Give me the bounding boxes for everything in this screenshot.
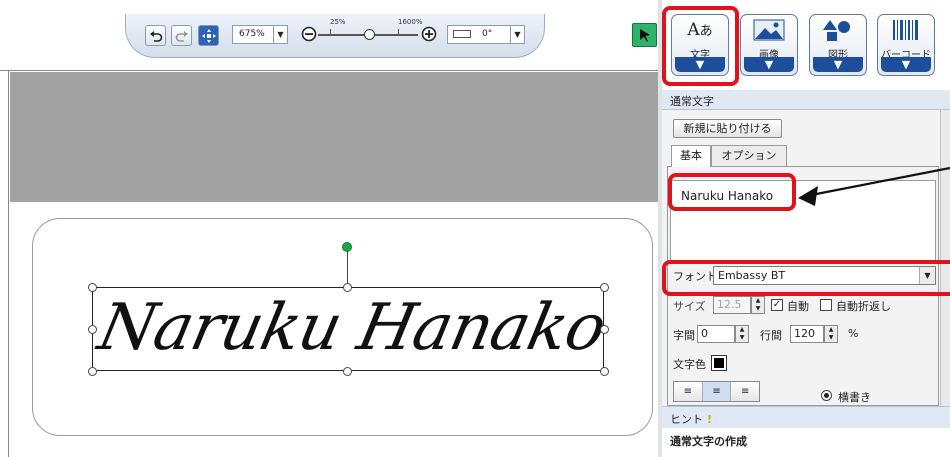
size-stepper[interactable]: ▲ ▼ bbox=[751, 296, 765, 314]
image-icon bbox=[741, 18, 797, 45]
text-color-swatch[interactable] bbox=[711, 355, 727, 371]
text-object-content: Naruku Hanako bbox=[92, 291, 612, 365]
char-spacing-label: 字間 bbox=[673, 329, 695, 342]
zoom-max-label: 1600% bbox=[398, 18, 423, 26]
select-tool-button[interactable] bbox=[632, 23, 657, 47]
resize-handle-right[interactable] bbox=[600, 325, 609, 334]
alignment-group: ≡ ≡ ≡ bbox=[673, 381, 760, 402]
rotation-line bbox=[347, 250, 348, 287]
zoom-min-label: 25% bbox=[330, 18, 346, 26]
resize-handle-top[interactable] bbox=[343, 283, 352, 292]
main-toolbar: 675% ▼ 25% 1600% 0° ▼ bbox=[0, 0, 665, 62]
panel-section-title: 通常文字 bbox=[662, 90, 950, 110]
tab-basic[interactable]: 基本 bbox=[671, 145, 711, 167]
chevron-down-icon: ▼ bbox=[881, 57, 931, 72]
text-color-label: 文字色 bbox=[673, 358, 706, 371]
zoom-in-icon[interactable] bbox=[421, 26, 437, 42]
insert-image-button[interactable]: 画像 ▼ bbox=[740, 14, 798, 76]
align-left-button[interactable]: ≡ bbox=[674, 382, 703, 401]
zoom-select[interactable]: 675% ▼ bbox=[232, 25, 288, 44]
panel-scrollbar[interactable] bbox=[940, 110, 950, 406]
auto-wrap-checkbox[interactable] bbox=[820, 299, 832, 311]
resize-handle-top-left[interactable] bbox=[88, 283, 97, 292]
slider-tick bbox=[330, 29, 331, 35]
resize-handle-bottom-right[interactable] bbox=[600, 367, 609, 376]
auto-size-label: 自動 bbox=[787, 300, 809, 313]
insert-shape-button[interactable]: 図形 ▼ bbox=[809, 14, 867, 76]
highlight-font-row bbox=[662, 260, 950, 296]
line-spacing-label: 行間 bbox=[760, 329, 782, 342]
rotation-preview bbox=[453, 30, 471, 38]
hint-label: ヒント bbox=[670, 413, 703, 426]
line-spacing-stepper[interactable]: ▲ ▼ bbox=[824, 325, 838, 343]
canvas-offpage-area bbox=[10, 72, 658, 202]
resize-handle-bottom[interactable] bbox=[343, 367, 352, 376]
undo-icon bbox=[149, 30, 162, 42]
zoom-out-icon[interactable] bbox=[301, 26, 317, 42]
shape-icon bbox=[810, 18, 866, 45]
char-spacing-stepper[interactable]: ▲ ▼ bbox=[735, 325, 749, 343]
rotation-select[interactable]: 0° ▼ bbox=[447, 25, 525, 44]
fit-to-window-icon bbox=[201, 28, 216, 43]
slider-tick bbox=[398, 29, 399, 35]
highlight-text-field bbox=[668, 173, 796, 211]
auto-wrap-label: 自動折返し bbox=[836, 300, 891, 313]
size-label: サイズ bbox=[673, 300, 706, 313]
paste-new-button[interactable]: 新規に貼り付ける bbox=[673, 119, 782, 138]
horizontal-writing-radio[interactable] bbox=[821, 390, 832, 401]
redo-icon bbox=[175, 30, 188, 42]
fit-to-window-button[interactable] bbox=[198, 25, 219, 46]
resize-handle-bottom-left[interactable] bbox=[88, 367, 97, 376]
rotation-handle[interactable] bbox=[342, 242, 352, 252]
vertical-ruler bbox=[0, 71, 9, 457]
zoom-slider-knob[interactable] bbox=[364, 29, 375, 40]
highlight-text-button bbox=[662, 6, 739, 86]
horizontal-writing-label: 横書き bbox=[838, 391, 871, 404]
barcode-icon bbox=[878, 18, 934, 45]
chevron-down-icon: ▼ bbox=[510, 26, 524, 43]
chevron-down-icon: ▼ bbox=[744, 57, 794, 72]
insert-barcode-button[interactable]: バーコード ▼ bbox=[877, 14, 935, 76]
hint-mark: ! bbox=[707, 413, 713, 426]
hint-text: 通常文字の作成 bbox=[662, 428, 950, 457]
chevron-down-icon: ▼ bbox=[273, 26, 287, 43]
resize-handle-top-right[interactable] bbox=[600, 283, 609, 292]
redo-button[interactable] bbox=[171, 25, 192, 46]
align-center-button[interactable]: ≡ bbox=[702, 382, 732, 401]
size-input[interactable]: 12.5 bbox=[713, 296, 751, 314]
chevron-down-icon: ▼ bbox=[813, 57, 863, 72]
percent-label: % bbox=[848, 327, 859, 340]
char-spacing-input[interactable]: 0 bbox=[697, 325, 735, 343]
undo-button[interactable] bbox=[145, 25, 166, 46]
zoom-value: 675% bbox=[239, 29, 265, 39]
align-right-button[interactable]: ≡ bbox=[731, 382, 759, 401]
horizontal-ruler bbox=[0, 62, 658, 71]
line-spacing-input[interactable]: 120 bbox=[790, 325, 824, 343]
rotation-value: 0° bbox=[482, 29, 493, 39]
hint-bar[interactable]: ヒント! bbox=[662, 406, 950, 428]
cursor-arrow-icon bbox=[639, 29, 650, 42]
tab-options[interactable]: オプション bbox=[711, 145, 787, 166]
auto-size-checkbox[interactable]: ✓ bbox=[771, 299, 783, 311]
resize-handle-left[interactable] bbox=[88, 325, 97, 334]
